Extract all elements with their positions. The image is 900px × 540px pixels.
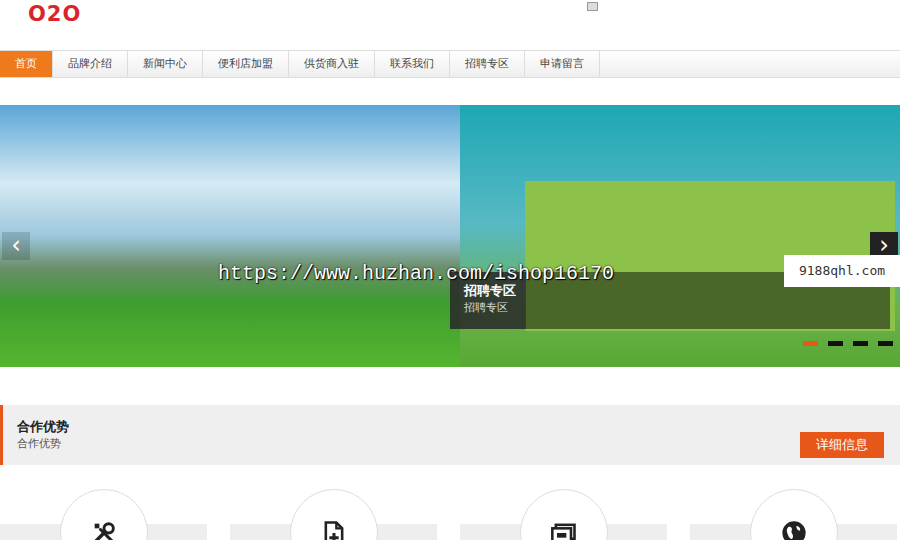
card[interactable] — [460, 489, 667, 540]
banner: ‹›招聘专区招聘专区https://www.huzhan.com/ishop16… — [0, 105, 900, 367]
logo[interactable]: O2O — [28, 1, 81, 27]
card-row — [0, 489, 900, 540]
card[interactable] — [0, 489, 207, 540]
slider-dot[interactable] — [803, 341, 818, 346]
caption-subtitle: 招聘专区 — [464, 300, 526, 316]
section-title: 合作优势 — [17, 418, 69, 436]
page: O2O首页品牌介绍新闻中心便利店加盟供货商入驻联系我们招聘专区申请留言‹›招聘专… — [0, 0, 900, 540]
nav-bar: 首页品牌介绍新闻中心便利店加盟供货商入驻联系我们招聘专区申请留言 — [0, 50, 900, 78]
nav-item[interactable]: 便利店加盟 — [203, 51, 289, 77]
nav-item[interactable]: 招聘专区 — [450, 51, 525, 77]
slider-dot[interactable] — [878, 341, 893, 346]
image-icon[interactable] — [587, 2, 598, 11]
nav-item[interactable]: 首页 — [0, 51, 53, 77]
card[interactable] — [690, 489, 897, 540]
site-watermark: 9188qhl.com — [784, 255, 900, 287]
screen-icon — [550, 519, 578, 540]
detail-button[interactable]: 详细信息 — [800, 432, 884, 458]
watermark: https://www.huzhan.com/ishop16170 — [218, 261, 614, 287]
section-subtitle: 合作优势 — [17, 436, 69, 452]
nav-item[interactable]: 供货商入驻 — [289, 51, 375, 77]
nav-item[interactable]: 申请留言 — [525, 51, 600, 77]
prev-arrow[interactable]: ‹ — [2, 232, 30, 260]
globe-icon — [780, 519, 808, 540]
slider-dots — [803, 341, 893, 346]
tools-icon — [90, 519, 118, 540]
advantage-bar: 合作优势合作优势详细信息 — [0, 405, 900, 465]
nav-item[interactable]: 联系我们 — [375, 51, 450, 77]
slider-dot[interactable] — [828, 341, 843, 346]
card[interactable] — [230, 489, 437, 540]
nav-item[interactable]: 品牌介绍 — [53, 51, 128, 77]
header: O2O — [0, 0, 900, 50]
nav-item[interactable]: 新闻中心 — [128, 51, 203, 77]
slider-dot[interactable] — [853, 341, 868, 346]
file-add-icon — [320, 519, 348, 540]
